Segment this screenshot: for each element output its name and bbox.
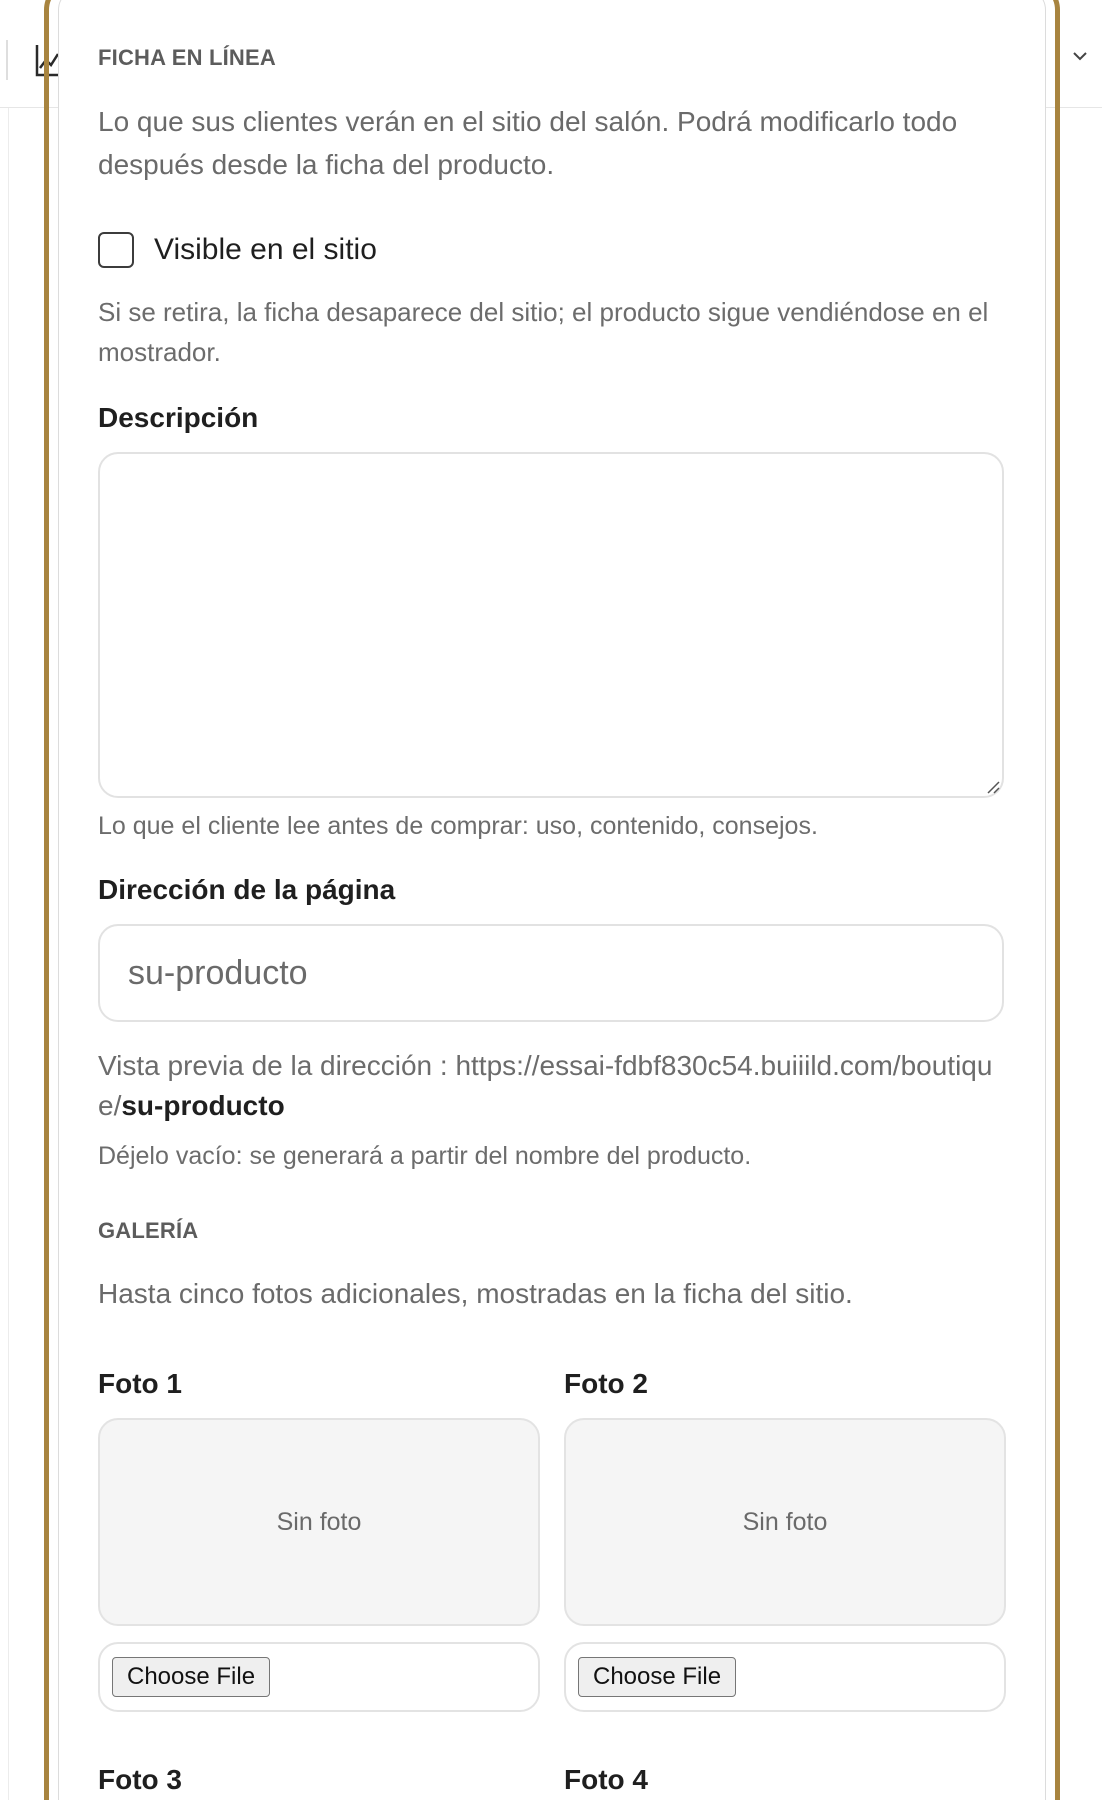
visible-hint: Si se retira, la ficha desaparece del si…	[98, 297, 989, 367]
resize-grip-icon[interactable]	[984, 778, 1000, 794]
photo-label-3: Foto 3	[98, 1764, 182, 1795]
photo-file-input[interactable]: Choose File	[564, 1642, 1006, 1712]
photo-file-input[interactable]: Choose File	[98, 1642, 540, 1712]
online-listing-intro: Lo que sus clientes verán en el sitio de…	[98, 106, 958, 180]
description-label: Descripción	[98, 402, 259, 433]
page-address-hint: Déjelo vacío: se generará a partir del n…	[98, 1142, 752, 1170]
visible-checkbox[interactable]	[98, 232, 134, 268]
photo-label: Foto 1	[98, 1368, 182, 1399]
page-address-label: Dirección de la página	[98, 874, 396, 905]
photo-preview: Sin foto	[98, 1418, 540, 1626]
choose-file-button[interactable]: Choose File	[112, 1657, 271, 1697]
gallery-heading: GALERÍA	[98, 1218, 199, 1243]
description-hint: Lo que el cliente lee antes de comprar: …	[98, 812, 818, 840]
gallery-intro: Hasta cinco fotos adicionales, mostradas…	[98, 1278, 853, 1309]
photo-preview: Sin foto	[564, 1418, 1006, 1626]
photo-label-4: Foto 4	[564, 1764, 648, 1795]
photo-empty-text: Sin foto	[742, 1507, 828, 1536]
url-preview: Vista previa de la dirección : https://e…	[98, 1046, 998, 1126]
photo-empty-text: Sin foto	[276, 1507, 362, 1536]
toolbar-separator	[6, 40, 8, 80]
photo-label: Foto 2	[564, 1368, 648, 1399]
page-address-input[interactable]	[98, 924, 1004, 1022]
url-preview-slug: su-producto	[121, 1090, 285, 1121]
choose-file-button[interactable]: Choose File	[578, 1657, 737, 1697]
description-textarea[interactable]	[98, 452, 1004, 798]
online-listing-heading: FICHA EN LÍNEA	[98, 45, 276, 70]
chevron-down-icon[interactable]	[1070, 46, 1090, 66]
visible-label[interactable]: Visible en el sitio	[154, 233, 377, 267]
visible-row[interactable]: Visible en el sitio	[98, 232, 377, 268]
background-divider	[8, 108, 9, 1800]
